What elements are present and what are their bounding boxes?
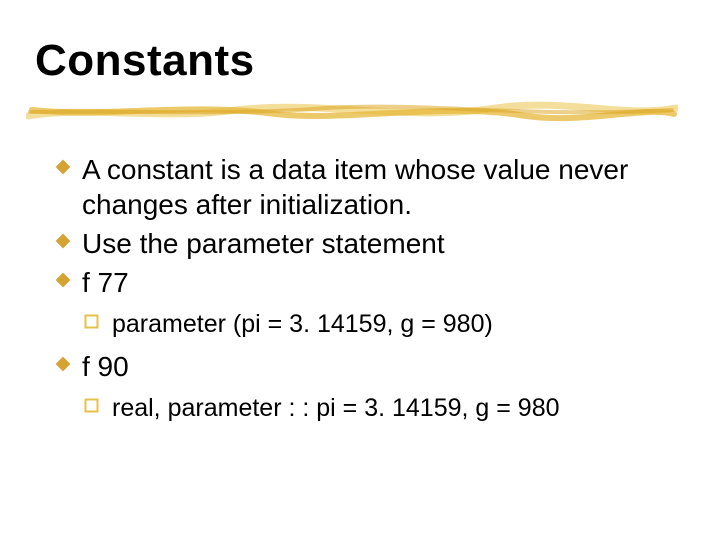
bullet-text: f 90 <box>82 351 129 382</box>
bullet-level1: A constant is a data item whose value ne… <box>54 152 654 222</box>
slide-body: A constant is a data item whose value ne… <box>54 152 654 432</box>
diamond-bullet-icon <box>54 271 72 289</box>
bullet-text: real, parameter : : pi = 3. 14159, g = 9… <box>112 394 560 422</box>
bullet-level1: Use the parameter statement <box>54 226 654 261</box>
diamond-bullet-icon <box>54 355 72 373</box>
bullet-text: f 77 <box>82 267 129 298</box>
bullet-level1: f 77 <box>54 265 654 300</box>
diamond-bullet-icon <box>54 232 72 250</box>
slide-title: Constants <box>35 36 255 86</box>
slide: Constants A constant is a data item whos… <box>0 0 720 540</box>
bullet-level2: real, parameter : : pi = 3. 14159, g = 9… <box>84 392 654 425</box>
square-bullet-icon <box>84 398 99 413</box>
bullet-level1: f 90 <box>54 349 654 384</box>
bullet-text: Use the parameter statement <box>82 228 445 259</box>
bullet-text: A constant is a data item whose value ne… <box>82 154 628 220</box>
diamond-bullet-icon <box>54 158 72 176</box>
title-underline <box>26 96 678 124</box>
bullet-text: parameter (pi = 3. 14159, g = 980) <box>112 310 493 338</box>
bullet-level2: parameter (pi = 3. 14159, g = 980) <box>84 308 654 341</box>
square-bullet-icon <box>84 314 99 329</box>
